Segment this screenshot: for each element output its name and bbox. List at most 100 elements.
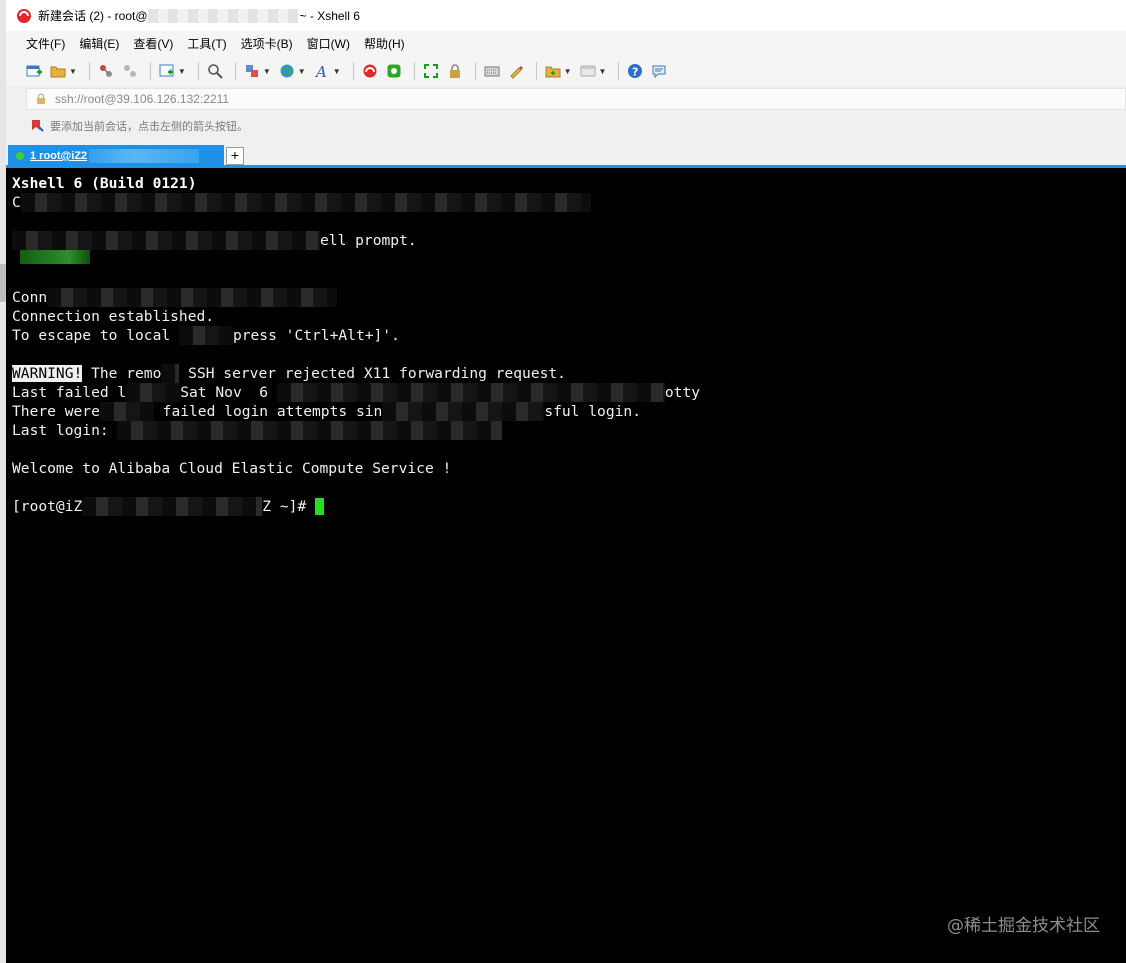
lock-icon — [35, 93, 47, 105]
terminal-text: Z ~]# — [262, 498, 316, 515]
redacted-text — [276, 383, 665, 402]
tab-session-1[interactable]: 1 root@iZ2 — [8, 145, 224, 167]
lock-icon[interactable] — [445, 61, 465, 81]
session-hint-bar: 要添加当前会话，点击左侧的箭头按钮。 — [26, 114, 1126, 138]
terminal-text: The remo — [82, 365, 162, 382]
terminal-text: To escape to local — [12, 327, 179, 344]
fullscreen-icon[interactable] — [421, 61, 441, 81]
toolbar-separator — [535, 62, 537, 80]
toolbar-separator — [234, 62, 236, 80]
terminal-line: Last login: — [12, 421, 1126, 440]
disconnect-icon[interactable] — [120, 61, 140, 81]
redacted-text — [117, 421, 503, 440]
redacted-text — [382, 402, 545, 421]
menu-help[interactable]: 帮助(H) — [364, 35, 405, 52]
redacted-text — [12, 231, 320, 250]
redacted-host — [147, 8, 298, 23]
xshell-window: 新建会话 (2) - root@ ~ - Xshell 6 文件(F) 编辑(E… — [0, 0, 1126, 963]
add-tab-button[interactable]: + — [226, 147, 244, 165]
menu-tools[interactable]: 工具(T) — [187, 35, 226, 52]
terminal-text: press 'Ctrl+Alt+]'. — [232, 327, 400, 344]
new-tab-icon[interactable] — [157, 61, 177, 81]
terminal-line: Connection established. — [12, 308, 215, 325]
terminal-line: There were failed login attempts sin sful… — [12, 402, 1126, 421]
svg-text:A: A — [314, 63, 327, 79]
menu-view[interactable]: 查看(V) — [133, 35, 173, 52]
chevron-down-icon[interactable]: ▼ — [69, 67, 77, 76]
terminal-prompt[interactable]: [root@iZ Z ~]# — [12, 497, 1126, 516]
terminal-line: ell prompt. — [12, 231, 1126, 250]
terminal-text: Conn — [12, 289, 48, 306]
terminal-text: ell prompt. — [320, 232, 417, 249]
redacted-text — [126, 383, 181, 402]
help-icon[interactable]: ? — [625, 61, 645, 81]
terminal-line: Xshell 6 (Build 0121) — [12, 175, 197, 192]
new-session-icon[interactable] — [24, 61, 44, 81]
svg-text:?: ? — [632, 66, 638, 79]
highlight-icon[interactable] — [506, 61, 526, 81]
terminal-text: failed login attempts sin — [153, 403, 383, 420]
chevron-down-icon[interactable]: ▼ — [333, 67, 341, 76]
open-folder-icon[interactable] — [48, 61, 68, 81]
redacted-text — [47, 288, 338, 307]
xshell-logo-icon — [16, 8, 32, 24]
tab-label: 1 root@iZ2 — [30, 150, 88, 162]
watermark: @稀土掘金技术社区 — [947, 916, 1100, 936]
menu-edit[interactable]: 编辑(E) — [79, 35, 119, 52]
find-icon[interactable] — [205, 61, 225, 81]
redacted-text — [178, 326, 233, 345]
window-title-prefix: 新建会话 (2) - root@ — [38, 9, 148, 23]
menu-window[interactable]: 窗口(W) — [307, 35, 350, 52]
properties-icon[interactable] — [242, 61, 262, 81]
chat-icon[interactable] — [649, 61, 669, 81]
xftp-icon[interactable] — [360, 61, 380, 81]
chevron-down-icon[interactable]: ▼ — [298, 67, 306, 76]
toolbar-separator — [352, 62, 354, 80]
redacted-text — [20, 193, 591, 212]
terminal-line: Last failed l Sat Nov 6 otty — [12, 383, 1126, 402]
warning-label: WARNING! — [12, 365, 83, 382]
xagent-icon[interactable] — [384, 61, 404, 81]
toolbar: ▼ ▼ ▼ ▼ A ▼ ▼ ▼ ? — [6, 56, 1126, 86]
terminal-line: Welcome to Alibaba Cloud Elastic Compute… — [12, 460, 452, 477]
terminal-line: C — [12, 193, 1126, 212]
hint-text: 要添加当前会话，点击左侧的箭头按钮。 — [50, 121, 248, 133]
folder-icon[interactable] — [543, 61, 563, 81]
terminal-line: WARNING! The remo SSH server rejected X1… — [12, 364, 1126, 383]
terminal-text: Last failed l — [12, 384, 127, 401]
keyboard-icon[interactable] — [482, 61, 502, 81]
chevron-down-icon[interactable]: ▼ — [178, 67, 186, 76]
menu-file[interactable]: 文件(F) — [26, 35, 65, 52]
font-icon[interactable]: A — [312, 61, 332, 81]
toolbar-separator — [197, 62, 199, 80]
terminal-cursor — [315, 498, 325, 515]
layout-icon[interactable] — [578, 61, 598, 81]
redacted-host — [89, 149, 200, 163]
redacted-text — [161, 364, 180, 383]
menu-tab[interactable]: 选项卡(B) — [241, 35, 293, 52]
terminal[interactable]: Xshell 6 (Build 0121) C ell prompt. Conn… — [0, 168, 1126, 963]
address-bar — [26, 88, 1126, 110]
terminal-line: Conn — [12, 288, 1126, 307]
arrow-bookmark-icon[interactable] — [30, 118, 44, 135]
tab-strip: 1 root@iZ2 + — [6, 143, 1126, 168]
connect-icon[interactable] — [96, 61, 116, 81]
chevron-down-icon[interactable]: ▼ — [599, 67, 607, 76]
menu-bar: 文件(F) 编辑(E) 查看(V) 工具(T) 选项卡(B) 窗口(W) 帮助(… — [6, 31, 1126, 56]
redacted-text — [99, 402, 154, 421]
terminal-text: Sat Nov 6 — [180, 384, 277, 401]
chevron-down-icon[interactable]: ▼ — [263, 67, 271, 76]
scroll-handle[interactable] — [0, 264, 6, 302]
globe-icon[interactable] — [277, 61, 297, 81]
terminal-text: otty — [664, 384, 701, 401]
window-title-suffix: ~ - Xshell 6 — [299, 8, 360, 23]
chevron-down-icon[interactable]: ▼ — [564, 67, 572, 76]
terminal-text: SSH server rejected X11 forwarding reque… — [179, 365, 566, 382]
toolbar-separator — [149, 62, 151, 80]
address-input[interactable] — [55, 92, 655, 106]
